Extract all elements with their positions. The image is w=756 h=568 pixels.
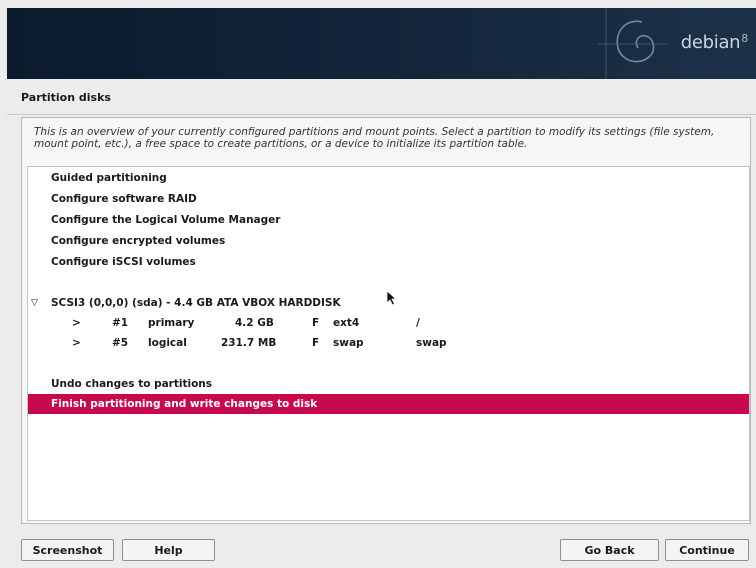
screenshot-button[interactable]: Screenshot — [21, 539, 114, 561]
menu-item-software-raid[interactable]: Configure software RAID — [28, 189, 749, 209]
partition-row[interactable]: > #5 logical 231.7 MB F swap swap — [28, 333, 749, 353]
menu-item-iscsi-volumes[interactable]: Configure iSCSI volumes — [28, 252, 749, 272]
partition-row[interactable]: > #1 primary 4.2 GB F ext4 / — [28, 313, 749, 333]
title-divider — [7, 114, 756, 115]
partition-number: #1 — [112, 317, 129, 329]
partition-arrow: > — [72, 317, 81, 329]
menu-item-finish-partitioning[interactable]: Finish partitioning and write changes to… — [28, 394, 749, 414]
partition-format-flag: F — [312, 317, 320, 329]
continue-button[interactable]: Continue — [665, 539, 749, 561]
mouse-pointer-icon — [386, 290, 398, 306]
menu-item-guided-partitioning[interactable]: Guided partitioning — [28, 168, 749, 188]
partition-mount-point: swap — [416, 337, 447, 349]
partition-type: logical — [148, 337, 187, 349]
partition-size: 231.7 MB — [221, 337, 277, 349]
partition-arrow: > — [72, 337, 81, 349]
help-button[interactable]: Help — [122, 539, 215, 561]
page-description: This is an overview of your currently co… — [34, 126, 715, 150]
partition-size: 4.2 GB — [235, 317, 274, 329]
menu-item-undo-changes[interactable]: Undo changes to partitions — [28, 374, 749, 394]
go-back-button[interactable]: Go Back — [560, 539, 659, 561]
menu-item-lvm[interactable]: Configure the Logical Volume Manager — [28, 210, 749, 230]
partition-filesystem: swap — [333, 337, 364, 349]
menu-item-encrypted-volumes[interactable]: Configure encrypted volumes — [28, 231, 749, 251]
partition-filesystem: ext4 — [333, 317, 360, 329]
expand-triangle-icon: ▽ — [31, 298, 38, 308]
partition-number: #5 — [112, 337, 129, 349]
partition-menu-list[interactable]: Guided partitioning Configure software R… — [27, 166, 750, 521]
partition-format-flag: F — [312, 337, 320, 349]
partition-panel: This is an overview of your currently co… — [21, 117, 751, 524]
partition-mount-point: / — [416, 317, 420, 329]
partition-type: primary — [148, 317, 195, 329]
debian-installer-banner: debian8 — [7, 8, 756, 79]
page-title: Partition disks — [21, 91, 111, 104]
debian-swirl-icon — [598, 8, 668, 79]
debian-logo: debian8 — [680, 32, 749, 53]
